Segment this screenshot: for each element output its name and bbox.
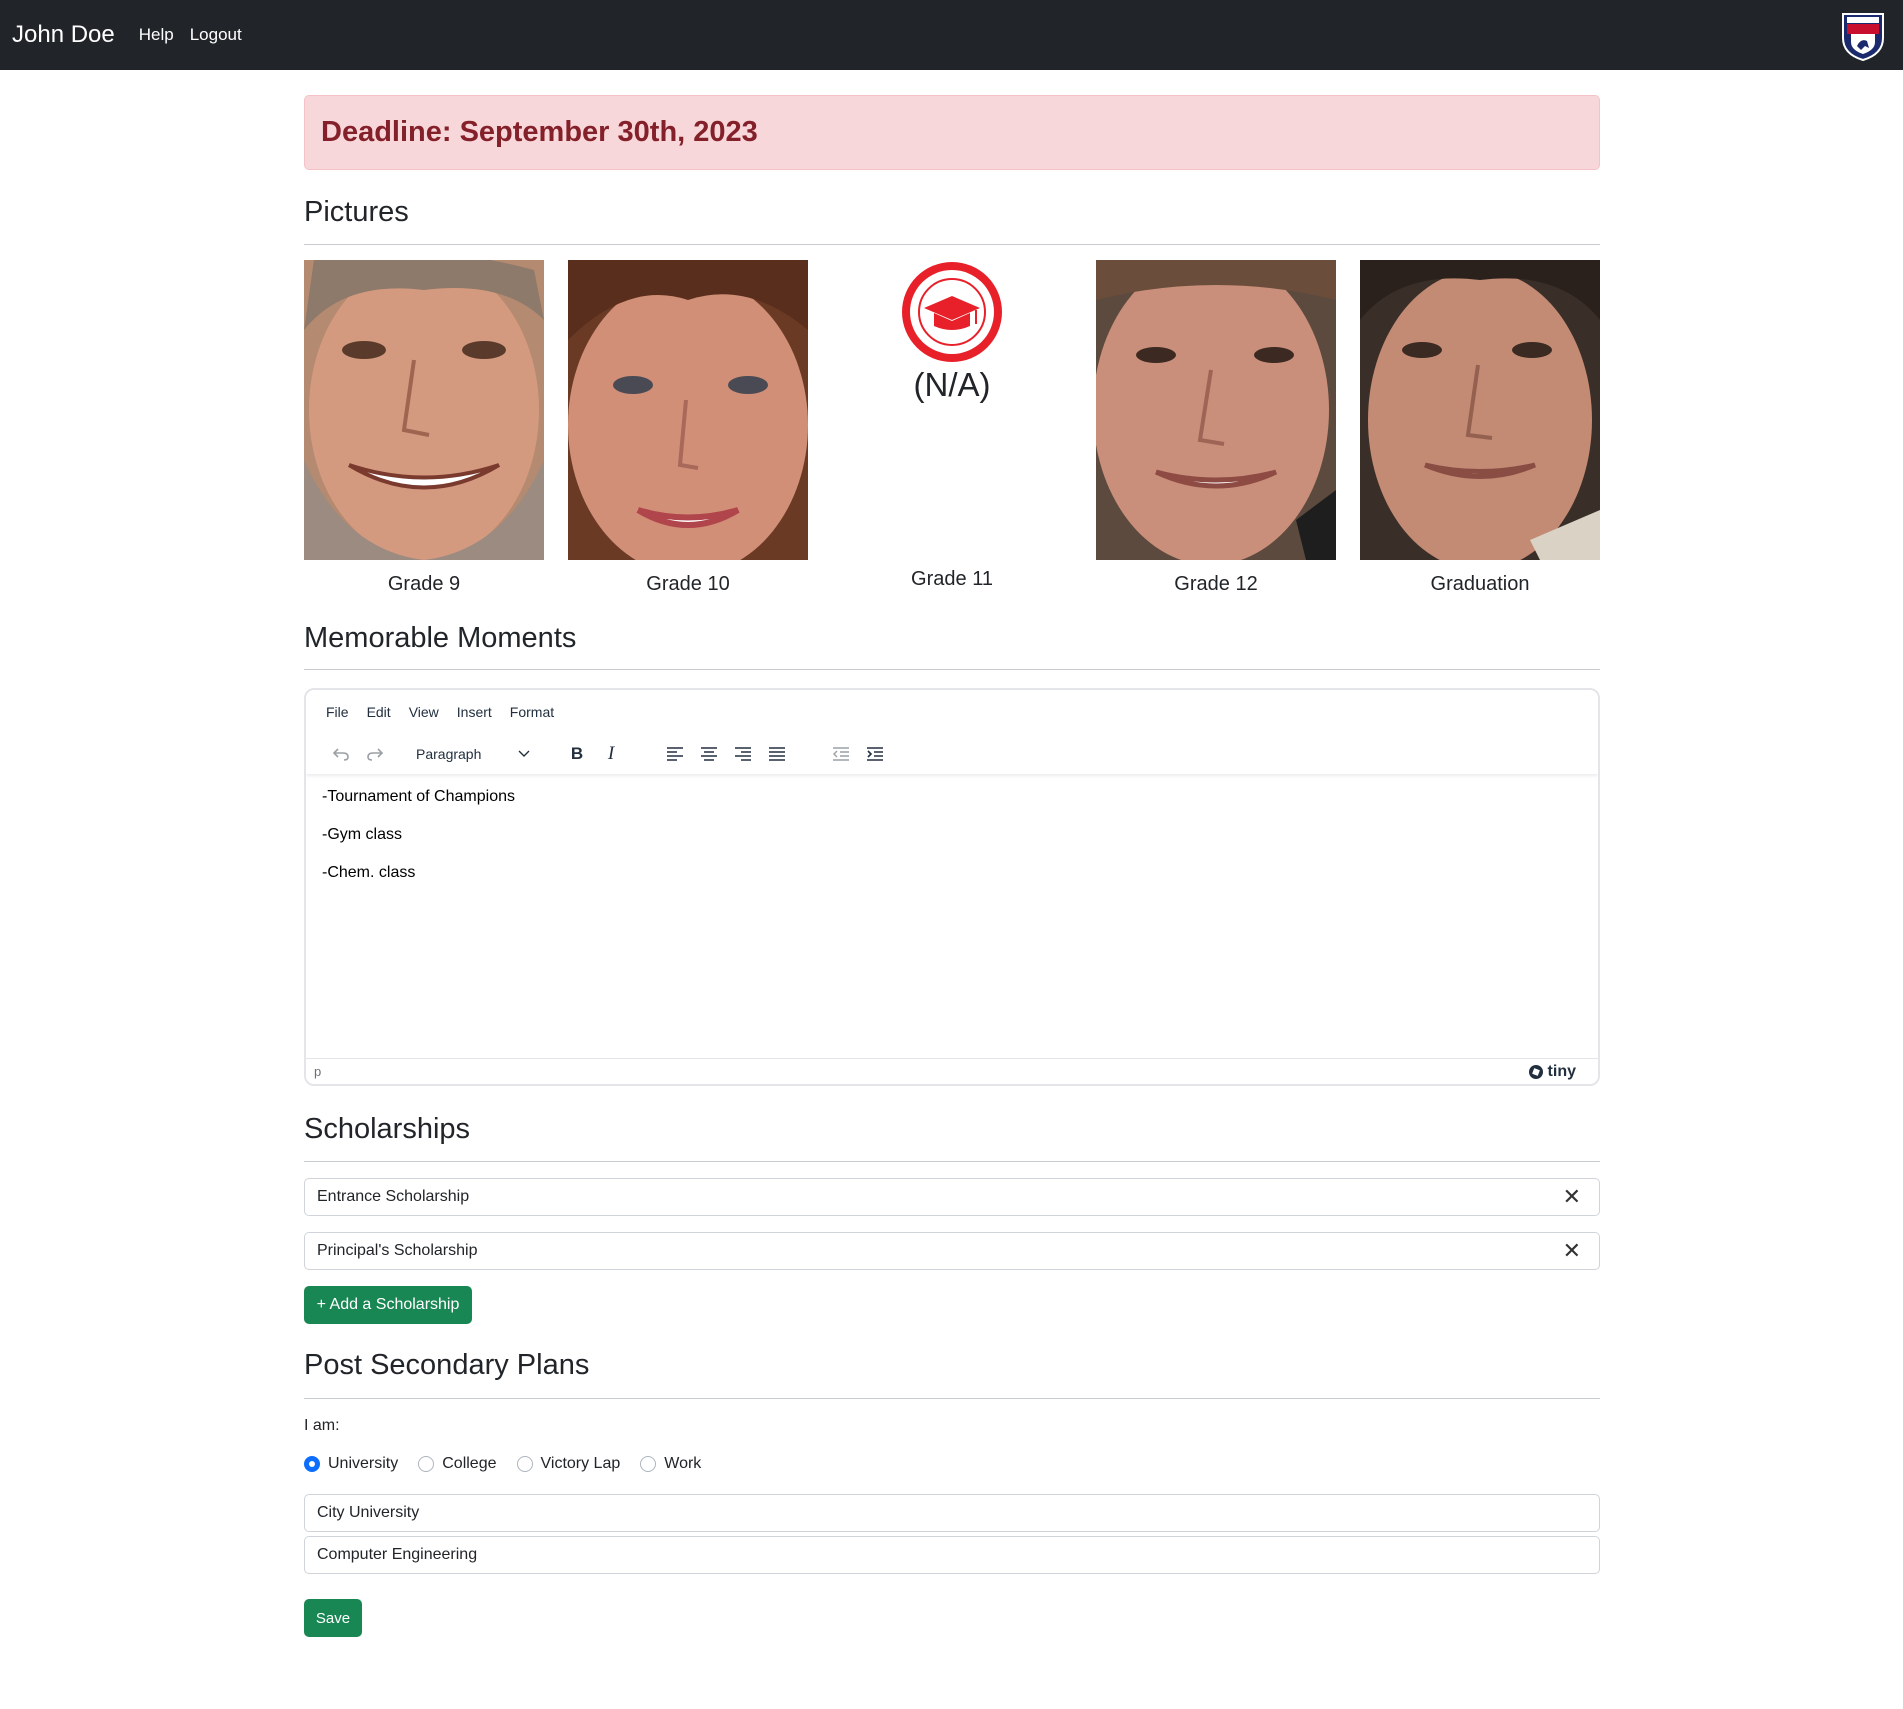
moment-line: -Gym class [322,826,402,843]
radio-work[interactable]: Work [640,1455,701,1473]
post-secondary-heading: Post Secondary Plans [304,1349,590,1381]
moment-line: -Chem. class [322,864,416,881]
grade-9-photo[interactable] [304,252,544,560]
editor-menubar: File Edit View Insert Format [306,690,1598,734]
grade-11-placeholder[interactable]: (N/A) [832,260,1072,560]
indent-icon[interactable] [858,738,892,770]
italic-icon[interactable]: I [594,738,628,770]
menu-format[interactable]: Format [510,704,554,720]
undo-icon[interactable] [324,738,358,770]
program-value: Computer Engineering [317,1546,478,1563]
grade-11-na-text: (N/A) [913,366,991,403]
picture-card-grade-12[interactable]: Grade 12 [1093,255,1336,596]
program-input[interactable]: Computer Engineering [304,1536,1600,1574]
chevron-down-icon [518,750,530,757]
plans-prompt: I am: [304,1417,340,1434]
picture-caption: Grade 11 [911,568,993,590]
grade-10-photo[interactable] [568,260,808,575]
logout-link[interactable]: Logout [190,25,242,45]
deadline-alert: Deadline: September 30th, 2023 [304,95,1600,170]
institution-input[interactable]: City University [304,1494,1600,1532]
remove-scholarship-icon[interactable]: ✕ [1563,1186,1581,1208]
picture-caption: Grade 9 [387,573,461,595]
scholarship-value: Entrance Scholarship [317,1188,470,1205]
scholarships-heading: Scholarships [304,1113,471,1145]
add-scholarship-button[interactable]: + Add a Scholarship [304,1286,472,1324]
align-left-icon[interactable] [658,738,692,770]
scholarship-input[interactable]: Principal's Scholarship ✕ [304,1232,1600,1270]
editor-content-area[interactable]: -Tournament of Champions -Gym class -Che… [306,774,1598,1044]
radio-button[interactable] [418,1456,435,1472]
picture-card-grade-11[interactable]: (N/A) Grade 11 [832,260,1072,591]
class-of-2022-stamp-icon [902,262,1002,362]
radio-label: Work [664,1455,702,1472]
help-link[interactable]: Help [139,25,174,45]
radio-label: Victory Lap [540,1455,621,1472]
outdent-icon[interactable] [824,738,858,770]
user-name-brand[interactable]: John Doe [12,21,115,49]
element-path[interactable]: p [314,1064,321,1079]
radio-label: College [442,1455,497,1472]
picture-caption: Graduation [1430,573,1530,595]
moment-line: -Tournament of Champions [322,788,515,805]
institution-value: City University [317,1504,420,1521]
radio-button[interactable] [640,1456,657,1472]
align-right-icon[interactable] [726,738,760,770]
scholarships-divider [304,1161,1600,1162]
picture-caption: Grade 12 [1174,573,1258,595]
plans-divider [304,1398,1600,1399]
deadline-text: Deadline: September 30th, 2023 [321,116,758,148]
radio-college[interactable]: College [418,1455,497,1473]
plans-radio-group: University College Victory Lap Work [304,1455,721,1473]
picture-card-grade-10[interactable]: Grade 10 [568,260,808,596]
pictures-divider [304,244,1600,245]
picture-card-grade-9[interactable]: Grade 9 [304,252,544,596]
radio-button[interactable] [516,1456,533,1472]
align-justify-icon[interactable] [760,738,794,770]
redo-icon[interactable] [358,738,392,770]
scholarship-value: Principal's Scholarship [317,1242,478,1259]
scholarship-input[interactable]: Entrance Scholarship ✕ [304,1178,1600,1216]
bold-icon[interactable]: B [560,738,594,770]
tiny-branding[interactable]: tiny [1528,1063,1576,1081]
pictures-row: Grade 9 Grade 10 (N/A) Grade 11 Grade 12… [304,252,1600,600]
moments-divider [304,669,1600,670]
menu-view[interactable]: View [409,704,439,720]
pictures-heading: Pictures [304,196,409,228]
save-button[interactable]: Save [304,1599,362,1637]
editor-toolbar: Paragraph B I [306,734,1598,774]
school-crest-icon[interactable] [1837,8,1889,62]
rich-text-editor[interactable]: File Edit View Insert Format Paragraph B… [304,688,1600,1086]
radio-university[interactable]: University [304,1455,398,1473]
block-format-value: Paragraph [416,746,482,762]
editor-statusbar: p tiny [306,1058,1598,1084]
picture-card-graduation[interactable]: Graduation [1360,260,1600,596]
tiny-logo-icon [1528,1064,1543,1079]
picture-caption: Grade 10 [646,573,730,595]
graduation-photo[interactable] [1360,260,1600,570]
menu-file[interactable]: File [326,704,349,720]
top-navbar: John Doe Help Logout [0,0,1903,70]
radio-button-checked[interactable] [304,1456,320,1472]
block-format-select[interactable]: Paragraph [408,740,538,768]
menu-insert[interactable]: Insert [457,704,492,720]
grade-12-photo[interactable] [1093,255,1336,565]
align-center-icon[interactable] [692,738,726,770]
menu-edit[interactable]: Edit [367,704,391,720]
radio-label: University [328,1455,399,1472]
remove-scholarship-icon[interactable]: ✕ [1563,1240,1581,1262]
memorable-moments-heading: Memorable Moments [304,622,577,654]
radio-victory-lap[interactable]: Victory Lap [516,1455,621,1473]
